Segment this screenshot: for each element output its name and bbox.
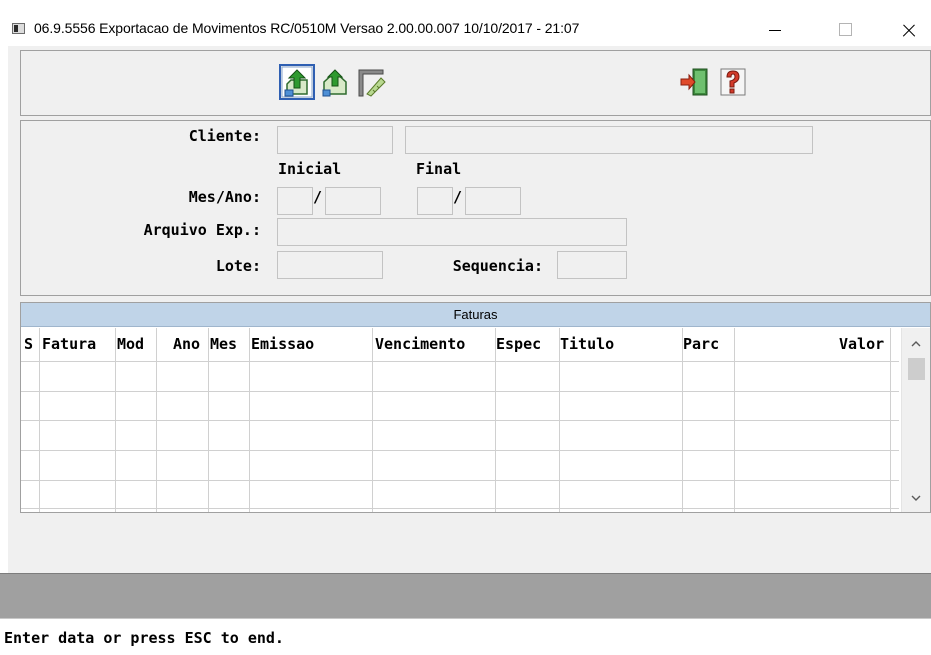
col-header-mod[interactable]: Mod — [117, 335, 144, 353]
scroll-thumb[interactable] — [908, 358, 925, 380]
col-header-parc[interactable]: Parc — [683, 335, 719, 353]
grid-row-line — [21, 508, 899, 509]
grid-vertical-scrollbar[interactable] — [901, 328, 930, 512]
title-bar: 06.9.5556 Exportacao de Movimentos RC/05… — [0, 0, 931, 46]
arquivo-field[interactable] — [277, 218, 627, 246]
sequencia-label: Sequencia: — [452, 257, 543, 275]
export-button[interactable] — [279, 64, 315, 100]
mes-final-field[interactable] — [417, 187, 453, 215]
lote-label: Lote: — [215, 257, 261, 275]
col-header-s[interactable]: S — [24, 335, 33, 353]
cliente-label: Cliente: — [188, 127, 261, 145]
client-area: Cliente: Inicial Final Mes/Ano: / / Arqu… — [8, 46, 931, 655]
filter-form: Cliente: Inicial Final Mes/Ano: / / Arqu… — [20, 120, 931, 296]
ruler-edit-icon — [358, 69, 386, 97]
status-band — [0, 573, 931, 618]
help-question-icon — [720, 68, 746, 96]
window-title: 06.9.5556 Exportacao de Movimentos RC/05… — [34, 20, 580, 36]
cliente-name-field[interactable] — [405, 126, 813, 154]
grid-row-line — [21, 420, 899, 421]
ano-final-field[interactable] — [465, 187, 521, 215]
col-header-ano[interactable]: Ano — [173, 335, 200, 353]
mes-inicial-field[interactable] — [277, 187, 313, 215]
minimize-button[interactable] — [752, 14, 798, 44]
scroll-up-arrow-icon[interactable] — [910, 338, 922, 350]
col-header-emissao[interactable]: Emissao — [251, 335, 314, 353]
col-header-titulo[interactable]: Titulo — [560, 335, 614, 353]
exit-door-icon — [680, 68, 708, 96]
col-header-vencimento[interactable]: Vencimento — [375, 335, 465, 353]
cliente-code-field[interactable] — [277, 126, 393, 154]
sequencia-field[interactable] — [557, 251, 627, 279]
col-header-fatura[interactable]: Fatura — [42, 335, 96, 353]
scroll-down-arrow-icon[interactable] — [910, 492, 922, 504]
export-upload-icon — [281, 66, 313, 98]
toolbar — [20, 50, 931, 116]
grid-row-line — [21, 450, 899, 451]
help-button[interactable] — [715, 64, 751, 100]
mesano-label: Mes/Ano: — [188, 188, 261, 206]
ruler-edit-button[interactable] — [353, 64, 389, 100]
faturas-grid[interactable]: Faturas S Fatura Mod Ano Mes Emissao Ven… — [20, 302, 931, 513]
ano-inicial-field[interactable] — [325, 187, 381, 215]
exit-button[interactable] — [677, 64, 713, 100]
mesano-inicial-slash: / — [313, 188, 323, 206]
grid-title: Faturas — [21, 303, 930, 327]
final-label: Final — [416, 160, 462, 178]
grid-row-line — [21, 391, 899, 392]
close-button[interactable] — [885, 14, 931, 44]
inicial-label: Inicial — [278, 160, 342, 178]
grid-row-line — [21, 361, 899, 362]
status-line: Enter data or press ESC to end. — [0, 618, 931, 655]
lote-field[interactable] — [277, 251, 383, 279]
export-home-icon — [322, 69, 347, 97]
mesano-final-slash: / — [453, 188, 463, 206]
col-header-valor[interactable]: Valor — [839, 335, 884, 353]
col-header-mes[interactable]: Mes — [210, 335, 237, 353]
app-icon — [12, 23, 25, 34]
grid-row-line — [21, 480, 899, 481]
status-message: Enter data or press ESC to end. — [4, 629, 284, 647]
arquivo-label: Arquivo Exp.: — [143, 221, 261, 239]
col-header-espec[interactable]: Espec — [496, 335, 541, 353]
export-home-button[interactable] — [317, 64, 353, 100]
maximize-button[interactable] — [822, 14, 868, 44]
